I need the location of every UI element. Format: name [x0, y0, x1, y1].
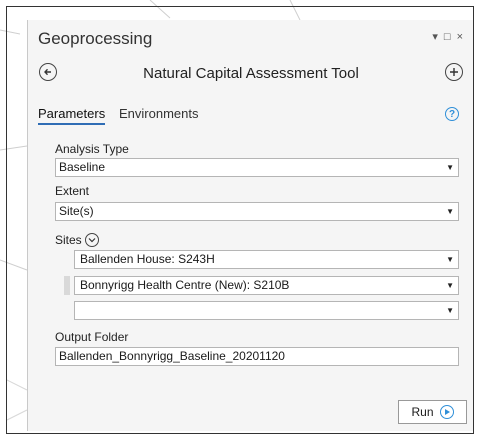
output-folder-label: Output Folder: [55, 330, 129, 344]
chevron-down-icon: ▼: [446, 281, 454, 290]
site-row-1-value: Ballenden House: S243H: [80, 252, 215, 266]
sites-label: Sites: [55, 233, 82, 247]
geoprocessing-pane: Geoprocessing ▾ □ × Natural Capital Asse…: [27, 20, 473, 431]
chevron-down-icon: [88, 238, 96, 243]
extent-label: Extent: [55, 184, 90, 198]
site-row-1[interactable]: Ballenden House: S243H ▼: [74, 250, 459, 269]
add-button[interactable]: [445, 63, 463, 81]
output-folder-input[interactable]: Ballenden_Bonnyrigg_Baseline_20201120: [55, 347, 459, 366]
chevron-down-icon: ▼: [446, 306, 454, 315]
chevron-down-icon: ▼: [446, 163, 454, 172]
extent-select[interactable]: Site(s) ▼: [55, 202, 459, 221]
site-row-2-value: Bonnyrigg Health Centre (New): S210B: [80, 278, 290, 292]
analysis-type-value: Baseline: [59, 160, 106, 174]
extent-value: Site(s): [59, 204, 94, 218]
add-icon: [450, 68, 458, 76]
close-button[interactable]: ×: [457, 31, 463, 43]
restore-button[interactable]: □: [444, 31, 451, 43]
site-row-empty[interactable]: ▼: [74, 301, 459, 320]
sites-collapse-toggle[interactable]: [85, 233, 99, 247]
play-icon: [439, 405, 454, 419]
tab-parameters[interactable]: Parameters: [38, 106, 106, 125]
analysis-type-label: Analysis Type: [55, 142, 129, 156]
pane-menu-button[interactable]: ▾: [432, 30, 438, 43]
pane-title: Geoprocessing: [38, 29, 153, 48]
site-row-2[interactable]: Bonnyrigg Health Centre (New): S210B ▼: [74, 276, 459, 295]
tool-title: Natural Capital Assessment Tool: [143, 65, 359, 82]
drag-handle[interactable]: [64, 276, 70, 295]
help-icon[interactable]: ?: [445, 107, 459, 121]
output-folder-value: Ballenden_Bonnyrigg_Baseline_20201120: [59, 349, 285, 363]
window-controls: ▾ □ ×: [432, 30, 463, 44]
tab-environments[interactable]: Environments: [119, 106, 198, 121]
chevron-down-icon: ▼: [446, 255, 454, 264]
chevron-down-icon: ▼: [446, 207, 454, 216]
run-button[interactable]: Run: [398, 400, 467, 424]
analysis-type-select[interactable]: Baseline ▼: [55, 158, 459, 177]
run-label: Run: [411, 405, 434, 419]
